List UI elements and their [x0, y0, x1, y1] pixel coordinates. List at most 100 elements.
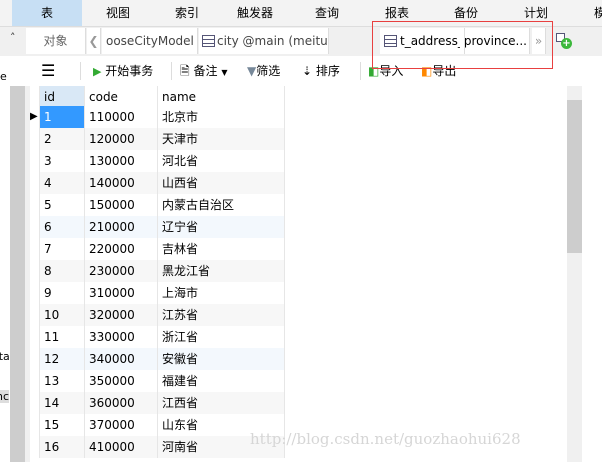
table-row[interactable]: 10 320000 江苏省 [30, 304, 285, 326]
cell-code[interactable]: 120000 [85, 128, 158, 150]
left-splitter[interactable] [10, 86, 25, 462]
cell-code[interactable]: 110000 [85, 106, 158, 128]
cell-name[interactable]: 北京市 [158, 106, 285, 128]
table-row[interactable]: 9 310000 上海市 [30, 282, 285, 304]
cell-name[interactable]: 福建省 [158, 370, 285, 392]
row-marker[interactable] [30, 304, 40, 326]
menu-table[interactable]: 表 [12, 0, 82, 26]
cell-id[interactable]: 1 [40, 106, 85, 128]
menu-trigger[interactable]: 触发器 [220, 0, 290, 26]
cell-code[interactable]: 330000 [85, 326, 158, 348]
cell-name[interactable]: 浙江省 [158, 326, 285, 348]
row-marker[interactable] [30, 436, 40, 458]
menu-model[interactable]: 模 [590, 0, 602, 26]
cell-code[interactable]: 320000 [85, 304, 158, 326]
cell-id[interactable]: 4 [40, 172, 85, 194]
table-row[interactable]: 13 350000 福建省 [30, 370, 285, 392]
cell-name[interactable]: 江苏省 [158, 304, 285, 326]
begin-transaction-button[interactable]: ▶ 开始事务 [93, 56, 153, 86]
row-marker[interactable] [30, 260, 40, 282]
cell-name[interactable]: 上海市 [158, 282, 285, 304]
row-marker[interactable] [30, 216, 40, 238]
table-row[interactable]: 11 330000 浙江省 [30, 326, 285, 348]
menu-icon[interactable]: ☰ [41, 56, 55, 86]
cell-name[interactable]: 吉林省 [158, 238, 285, 260]
table-row[interactable]: 4 140000 山西省 [30, 172, 285, 194]
row-marker[interactable] [30, 194, 40, 216]
table-row[interactable]: 7 220000 吉林省 [30, 238, 285, 260]
table-row[interactable]: 8 230000 黑龙江省 [30, 260, 285, 282]
scroll-left-icon[interactable]: ❮ [87, 28, 101, 54]
row-marker[interactable] [30, 326, 40, 348]
menu-query[interactable]: 查询 [297, 0, 357, 26]
cell-code[interactable]: 140000 [85, 172, 158, 194]
cell-id[interactable]: 13 [40, 370, 85, 392]
cell-code[interactable]: 230000 [85, 260, 158, 282]
cell-code[interactable]: 150000 [85, 194, 158, 216]
cell-id[interactable]: 10 [40, 304, 85, 326]
cell-id[interactable]: 9 [40, 282, 85, 304]
row-marker[interactable] [30, 414, 40, 436]
vertical-scrollbar[interactable] [567, 86, 582, 462]
table-row[interactable]: 5 150000 内蒙古自治区 [30, 194, 285, 216]
cell-id[interactable]: 14 [40, 392, 85, 414]
cell-name[interactable]: 内蒙古自治区 [158, 194, 285, 216]
row-marker[interactable] [30, 370, 40, 392]
row-marker[interactable] [30, 392, 40, 414]
filter-button[interactable]: ▼筛选 [247, 56, 280, 86]
column-header-name[interactable]: name [158, 86, 285, 108]
collapse-up-icon[interactable]: ˄ [10, 31, 16, 44]
cell-code[interactable]: 130000 [85, 150, 158, 172]
cell-id[interactable]: 15 [40, 414, 85, 436]
cell-id[interactable]: 2 [40, 128, 85, 150]
cell-code[interactable]: 350000 [85, 370, 158, 392]
cell-code[interactable]: 410000 [85, 436, 158, 458]
cell-name[interactable]: 山西省 [158, 172, 285, 194]
cell-id[interactable]: 6 [40, 216, 85, 238]
row-marker[interactable]: ▶ [30, 106, 40, 128]
cell-name[interactable]: 天津市 [158, 128, 285, 150]
tab-city[interactable]: city @main (meitua... [199, 28, 329, 54]
row-marker[interactable] [30, 128, 40, 150]
row-marker[interactable] [30, 348, 40, 370]
row-marker[interactable] [30, 172, 40, 194]
table-row[interactable]: ▶ 1 110000 北京市 [30, 106, 285, 128]
cell-code[interactable]: 360000 [85, 392, 158, 414]
cell-name[interactable]: 黑龙江省 [158, 260, 285, 282]
cell-name[interactable]: 江西省 [158, 392, 285, 414]
table-row[interactable]: 14 360000 江西省 [30, 392, 285, 414]
cell-id[interactable]: 3 [40, 150, 85, 172]
cell-id[interactable]: 5 [40, 194, 85, 216]
cell-id[interactable]: 8 [40, 260, 85, 282]
column-header-id[interactable]: id [40, 86, 85, 108]
table-row[interactable]: 3 130000 河北省 [30, 150, 285, 172]
cell-name[interactable]: 安徽省 [158, 348, 285, 370]
cell-id[interactable]: 11 [40, 326, 85, 348]
sort-button[interactable]: ⇣ 排序 [302, 56, 340, 86]
row-marker[interactable] [30, 282, 40, 304]
table-row[interactable]: 16 410000 河南省 [30, 436, 285, 458]
scrollbar-thumb[interactable] [567, 100, 582, 253]
menu-view[interactable]: 视图 [88, 0, 148, 26]
table-row[interactable]: 2 120000 天津市 [30, 128, 285, 150]
comment-button[interactable]: 🗎 备注 ▼ [180, 56, 227, 86]
tab-choose-city-model[interactable]: ooseCityModel ... [102, 28, 198, 54]
cell-name[interactable]: 辽宁省 [158, 216, 285, 238]
new-tab-icon[interactable]: + [556, 33, 572, 49]
cell-code[interactable]: 370000 [85, 414, 158, 436]
row-marker[interactable] [30, 150, 40, 172]
cell-code[interactable]: 340000 [85, 348, 158, 370]
table-row[interactable]: 15 370000 山东省 [30, 414, 285, 436]
cell-code[interactable]: 220000 [85, 238, 158, 260]
menu-index[interactable]: 索引 [157, 0, 217, 26]
column-header-code[interactable]: code [85, 86, 158, 108]
cell-code[interactable]: 310000 [85, 282, 158, 304]
cell-id[interactable]: 7 [40, 238, 85, 260]
cell-code[interactable]: 210000 [85, 216, 158, 238]
tab-objects[interactable]: 对象 [26, 28, 86, 54]
table-row[interactable]: 12 340000 安徽省 [30, 348, 285, 370]
cell-name[interactable]: 河北省 [158, 150, 285, 172]
table-row[interactable]: 6 210000 辽宁省 [30, 216, 285, 238]
cell-id[interactable]: 16 [40, 436, 85, 458]
cell-id[interactable]: 12 [40, 348, 85, 370]
